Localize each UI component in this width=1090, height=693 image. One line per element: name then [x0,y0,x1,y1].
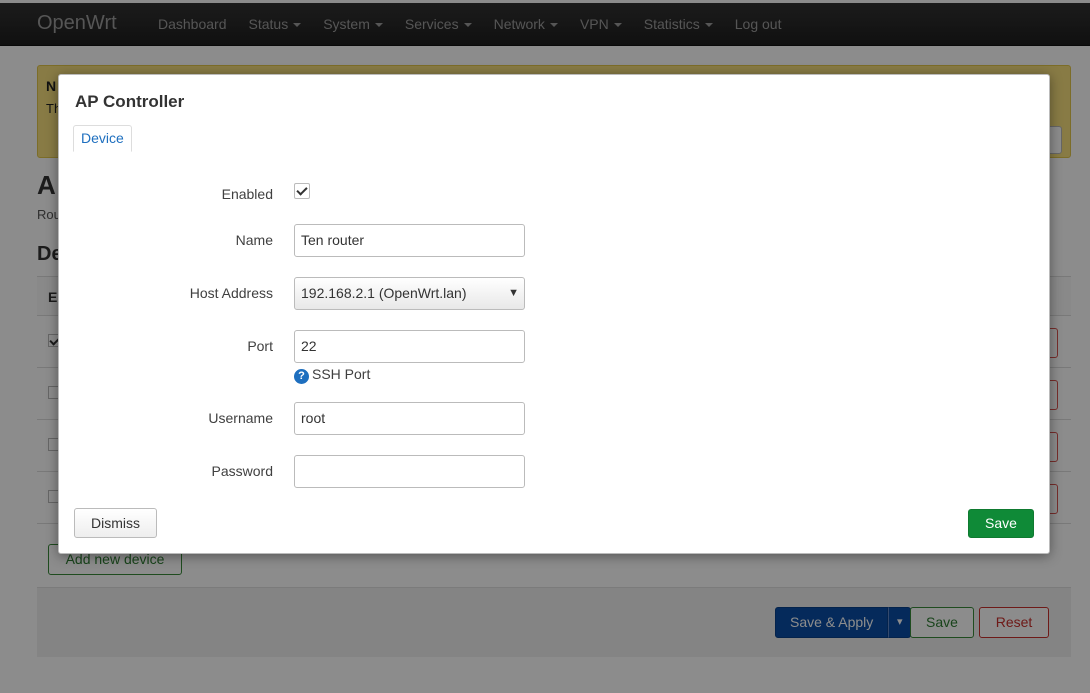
name-input[interactable]: Ten router [294,224,525,257]
select-arrow-icon: ▼ [508,287,519,299]
host-address-value: 192.168.2.1 (OpenWrt.lan) [301,285,467,301]
name-label: Name [235,232,273,248]
field-enabled: Enabled [59,178,1051,212]
modal-save-button[interactable]: Save [968,509,1034,538]
field-name: Name Ten router [59,224,1051,258]
enabled-checkbox[interactable] [294,183,310,199]
port-label: Port [247,338,273,354]
field-password: Password [59,455,1051,489]
field-port: Port 22 ? SSH Port [59,330,1051,384]
modal-title: AP Controller [75,92,185,111]
ap-controller-modal: AP Controller Device Enabled Name Ten ro… [58,74,1050,554]
password-label: Password [211,463,273,479]
port-help: ? SSH Port [294,366,370,384]
port-help-text: SSH Port [312,366,371,382]
field-host-address: Host Address 192.168.2.1 (OpenWrt.lan) ▼ [59,277,1051,311]
password-input[interactable] [294,455,525,488]
tab-device[interactable]: Device [73,125,132,152]
username-label: Username [208,410,273,426]
modal-tabs: Device [73,125,1033,152]
host-address-select[interactable]: 192.168.2.1 (OpenWrt.lan) ▼ [294,277,525,310]
field-username: Username root [59,402,1051,436]
port-input[interactable]: 22 [294,330,525,363]
host-address-label: Host Address [189,285,273,301]
enabled-label: Enabled [221,186,273,202]
help-icon: ? [294,369,309,384]
dismiss-button[interactable]: Dismiss [74,508,157,538]
username-input[interactable]: root [294,402,525,435]
